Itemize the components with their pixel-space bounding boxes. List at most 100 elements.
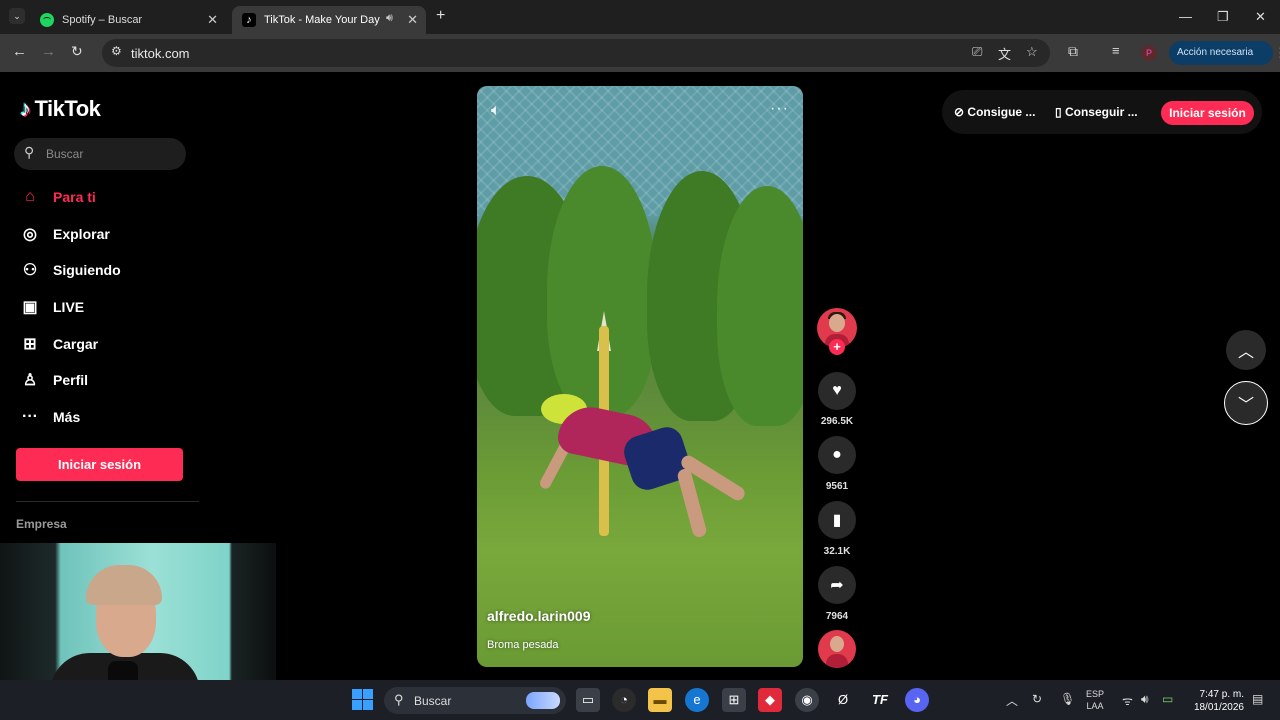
clock-time: 7:47 p. m. xyxy=(1199,689,1244,700)
nav-label: Perfil xyxy=(53,372,89,388)
save-button[interactable]: ▮ xyxy=(818,501,856,539)
get-app-link[interactable]: ▯ Conseguir ... xyxy=(1055,105,1138,119)
nav-live[interactable]: ▣ LIVE xyxy=(20,293,84,321)
top-right-actions: ⊘ Consigue ... ▯ Conseguir ... Iniciar s… xyxy=(942,90,1262,134)
translate-icon[interactable]: 文 xyxy=(998,44,1011,63)
save-count: 32.1K xyxy=(823,546,851,557)
get-app-label: Conseguir ... xyxy=(1064,105,1138,119)
nav-explorar[interactable]: ◎ Explorar xyxy=(20,220,110,248)
language-top: ESP xyxy=(1086,689,1105,699)
volume-icon[interactable]: 🔈︎ xyxy=(491,102,501,120)
profile-avatar[interactable]: P xyxy=(1141,45,1157,61)
search-input[interactable] xyxy=(46,142,176,166)
wifi-icon[interactable]: ᯤ xyxy=(1122,692,1133,709)
close-icon[interactable]: ✕ xyxy=(207,12,218,28)
disc-face xyxy=(830,636,844,652)
action-required-button[interactable]: Acción necesaria ⋮ xyxy=(1169,41,1280,65)
previous-video-button[interactable]: ︿ xyxy=(1226,330,1266,370)
live-icon: ▣ xyxy=(22,299,38,316)
nav-label: Para ti xyxy=(53,189,96,205)
coin-icon: ⊘ xyxy=(954,105,965,119)
app-icon[interactable]: Ø xyxy=(831,688,855,712)
address-bar[interactable]: ⚙︎ tiktok.com ⎚ 文 ☆ xyxy=(102,39,1050,67)
edge-icon[interactable]: e xyxy=(685,688,709,712)
chevron-up-icon: ︿ xyxy=(1237,344,1254,361)
sidebar-login-button[interactable]: Iniciar sesión xyxy=(16,448,183,481)
sidebar-divider xyxy=(16,501,199,502)
audio-playing-icon[interactable]: 🔊︎ xyxy=(386,12,393,25)
reload-icon[interactable]: ↻ xyxy=(71,43,83,60)
taskbar: ⚲ ▭ ◔ ▬ e ⊞ ◆ ◉ Ø TF ◕ ︿ ↻ 🎙︎ ESP LAA ᯤ … xyxy=(0,680,1280,720)
bookmark-star-icon[interactable]: ☆ xyxy=(1026,44,1038,60)
extensions-icon[interactable]: ⧉ xyxy=(1068,43,1078,60)
nav-cargar[interactable]: ⊞ Cargar xyxy=(20,330,98,358)
like-button[interactable]: ♥ xyxy=(818,372,856,410)
tiktok-logo[interactable]: ♪ TikTok xyxy=(20,96,101,122)
discord-icon[interactable]: ◕ xyxy=(905,688,929,712)
new-tab-icon[interactable]: + xyxy=(436,7,445,25)
store-icon[interactable]: ⊞ xyxy=(722,688,746,712)
windows-start-icon[interactable] xyxy=(352,689,373,710)
video-player[interactable]: 🔈︎ ··· alfredo.larin009 Broma pesada xyxy=(477,86,803,667)
nav-perfil[interactable]: ♙ Perfil xyxy=(20,366,88,394)
site-info-icon[interactable]: ⚙︎ xyxy=(111,44,122,58)
share-count: 7964 xyxy=(825,611,849,622)
music-disc[interactable] xyxy=(818,630,856,668)
search-icon: ⚲ xyxy=(24,144,35,160)
taskbar-search[interactable]: ⚲ xyxy=(384,687,566,714)
get-coins-link[interactable]: ⊘ Consigue ... xyxy=(954,105,1035,119)
more-icon: ··· xyxy=(22,408,38,425)
nav-para-ti[interactable]: ⌂ Para ti xyxy=(20,183,96,211)
comment-button[interactable]: ● xyxy=(818,436,856,474)
tab-spotify[interactable]: Spotify – Buscar ✕ xyxy=(30,6,226,34)
back-icon[interactable]: ← xyxy=(12,43,27,60)
language-indicator[interactable]: ESP LAA xyxy=(1086,688,1104,712)
webcam-person-cap xyxy=(86,565,162,605)
anydesk-icon[interactable]: ◆ xyxy=(758,688,782,712)
file-explorer-icon[interactable]: ▬ xyxy=(648,688,672,712)
login-button[interactable]: Iniciar sesión xyxy=(1161,101,1254,125)
tray-overflow-icon[interactable]: ︿ xyxy=(1006,692,1018,709)
disc-torso xyxy=(826,654,848,668)
battery-icon[interactable]: ▭ xyxy=(1162,692,1173,706)
search-box[interactable]: ⚲ xyxy=(14,138,186,170)
share-button[interactable]: ➦ xyxy=(818,566,856,604)
next-video-button[interactable]: ﹀ xyxy=(1224,381,1268,425)
minimize-icon[interactable]: — xyxy=(1179,9,1192,24)
microphone-icon[interactable]: 🎙︎ xyxy=(1060,692,1075,706)
taskbar-search-input[interactable] xyxy=(414,691,514,711)
notifications-icon[interactable]: ▤ xyxy=(1252,692,1263,706)
sync-icon[interactable]: ↻ xyxy=(1032,692,1042,706)
taskbar-clock[interactable]: 7:47 p. m. 18/01/2026 xyxy=(1188,688,1244,714)
chrome-icon[interactable]: ◉ xyxy=(795,688,819,712)
tiktok-note-icon: ♪ xyxy=(20,96,31,121)
section-heading-empresa[interactable]: Empresa xyxy=(16,517,67,531)
video-author[interactable]: alfredo.larin009 xyxy=(487,608,591,624)
install-app-icon[interactable]: ⎚ xyxy=(972,44,982,60)
following-icon: ⚇ xyxy=(22,262,38,279)
media-controls-icon[interactable]: ≡ xyxy=(1112,43,1120,58)
more-options-icon[interactable]: ··· xyxy=(770,100,789,118)
close-window-icon[interactable]: ✕ xyxy=(1255,9,1266,25)
avatar-face xyxy=(829,314,845,332)
forward-icon[interactable]: → xyxy=(41,43,56,60)
tab-title: TikTok - Make Your Day xyxy=(264,14,380,26)
task-view-icon[interactable]: ▭ xyxy=(576,688,600,712)
tab-search-dropdown-icon[interactable]: ⌄ xyxy=(9,8,25,24)
bookmark-icon: ▮ xyxy=(832,512,842,529)
nav-siguiendo[interactable]: ⚇ Siguiendo xyxy=(20,256,121,284)
volume-icon[interactable]: 🔊︎ xyxy=(1141,692,1149,707)
browser-toolbar: ← → ↻ ⚙︎ tiktok.com ⎚ 文 ☆ ⧉ ≡ P Acción n… xyxy=(0,34,1280,72)
tab-tiktok[interactable]: ♪ TikTok - Make Your Day 🔊︎ ✕ xyxy=(232,6,426,34)
video-caption: Broma pesada xyxy=(487,639,559,651)
close-icon[interactable]: ✕ xyxy=(407,12,418,28)
app-icon[interactable]: TF xyxy=(868,688,892,712)
share-icon: ➦ xyxy=(830,577,844,594)
follow-plus-icon[interactable]: + xyxy=(829,339,845,355)
video-bush xyxy=(717,186,803,426)
menu-dots-icon[interactable]: ⋮ xyxy=(1274,41,1280,65)
nav-mas[interactable]: ··· Más xyxy=(20,403,80,431)
app-icon[interactable]: ◔ xyxy=(612,688,636,712)
maximize-icon[interactable]: ❐ xyxy=(1217,9,1229,25)
profile-icon: ♙ xyxy=(22,372,38,389)
